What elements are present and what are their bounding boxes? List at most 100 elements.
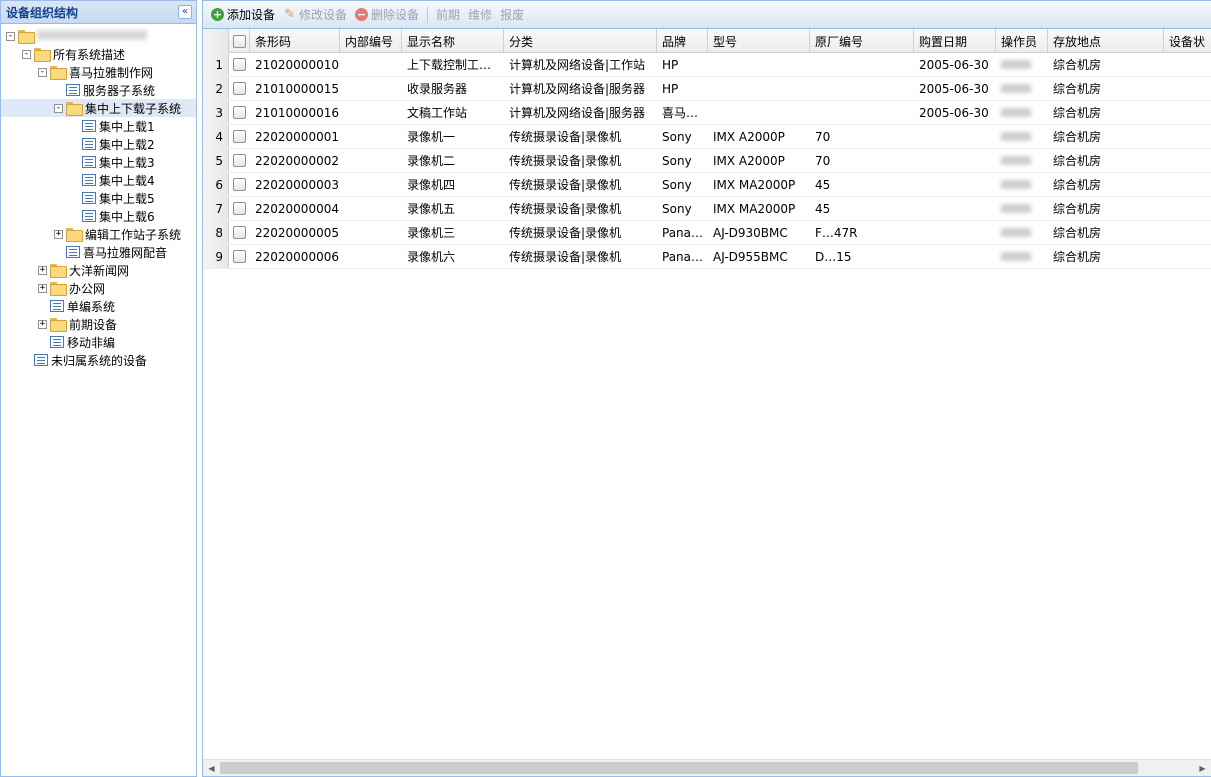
cell-text: IMX A2000P	[713, 129, 785, 144]
delete-device-button[interactable]: − 删除设备	[352, 4, 422, 26]
tree-node[interactable]: 集中上载2	[1, 135, 196, 153]
collapse-node-icon[interactable]: -	[6, 31, 15, 41]
column-header-location[interactable]: 存放地点	[1048, 29, 1164, 53]
cell-brand: Sony	[657, 125, 708, 148]
redacted-text	[1001, 228, 1031, 237]
tree-node-label: 办公网	[69, 281, 106, 296]
row-checkbox[interactable]	[233, 178, 246, 191]
tree-node[interactable]: + 办公网	[1, 279, 196, 297]
repair-button[interactable]: 维修	[465, 4, 495, 26]
cell-status	[1164, 125, 1211, 148]
table-row[interactable]: 9 22020000006 录像机六 传统摄录设备|录像机 Pana… AJ-D955BM…	[203, 245, 1211, 269]
scroll-thumb[interactable]	[220, 762, 1138, 774]
table-row[interactable]: 3 21010000016 文稿工作站 计算机及网络设备|服务器 喜马… 2005-06-…	[203, 101, 1211, 125]
tree-node[interactable]: 单编系统	[1, 297, 196, 315]
column-header-status[interactable]: 设备状	[1164, 29, 1211, 53]
expand-node-icon[interactable]: +	[38, 283, 47, 293]
cell-model: IMX MA2000P	[708, 173, 810, 196]
column-header-barcode[interactable]: 条形码	[250, 29, 340, 53]
column-header-category[interactable]: 分类	[504, 29, 657, 53]
column-header-model[interactable]: 型号	[708, 29, 810, 53]
row-checkbox[interactable]	[233, 154, 246, 167]
tree-node[interactable]: 移动非编	[1, 333, 196, 351]
cell-text: 上下载控制工…	[407, 58, 492, 72]
tree-node[interactable]: 集中上载5	[1, 189, 196, 207]
tree-node[interactable]: 服务器子系统	[1, 81, 196, 99]
preliminary-button[interactable]: 前期	[433, 4, 463, 26]
tree-node[interactable]: -	[1, 27, 196, 45]
table-row[interactable]: 8 22020000005 录像机三 传统摄录设备|录像机 Pana… AJ-D930BM…	[203, 221, 1211, 245]
collapse-node-icon[interactable]: -	[22, 49, 31, 59]
table-row[interactable]: 6 22020000003 录像机四 传统摄录设备|录像机 Sony IMX MA2000…	[203, 173, 1211, 197]
tree-node[interactable]: - 集中上下载子系统	[1, 99, 196, 117]
tree-node[interactable]: 集中上载6	[1, 207, 196, 225]
tree-node[interactable]: 集中上载1	[1, 117, 196, 135]
cell-status	[1164, 173, 1211, 196]
cell-category: 计算机及网络设备|工作站	[504, 53, 657, 76]
tree-node[interactable]: 喜马拉雅网配音	[1, 243, 196, 261]
cell-text: 计算机及网络设备|服务器	[509, 106, 646, 120]
row-checkbox[interactable]	[233, 226, 246, 239]
tree-node[interactable]: - 所有系统描述	[1, 45, 196, 63]
device-list-icon	[50, 300, 64, 312]
scroll-right-arrow-icon[interactable]: ▶	[1194, 760, 1211, 776]
cell-location: 综合机房	[1048, 149, 1164, 172]
column-header-factory-no[interactable]: 原厂编号	[810, 29, 914, 53]
cell-barcode: 22020000003	[250, 173, 340, 196]
tree-node[interactable]: - 喜马拉雅制作网	[1, 63, 196, 81]
cell-barcode: 22020000006	[250, 245, 340, 268]
tree-node[interactable]: + 大洋新闻网	[1, 261, 196, 279]
add-device-button[interactable]: + 添加设备	[208, 4, 278, 26]
tree-node[interactable]: 集中上载4	[1, 171, 196, 189]
table-row[interactable]: 7 22020000004 录像机五 传统摄录设备|录像机 Sony IMX MA2000…	[203, 197, 1211, 221]
row-checkbox[interactable]	[233, 130, 246, 143]
panel-title: 设备组织结构	[6, 5, 79, 20]
row-checkbox[interactable]	[233, 202, 246, 215]
tree-node[interactable]: 未归属系统的设备	[1, 351, 196, 369]
column-header-brand[interactable]: 品牌	[657, 29, 708, 53]
tree-node[interactable]: 集中上载3	[1, 153, 196, 171]
row-select-cell	[229, 53, 250, 76]
cell-model: IMX A2000P	[708, 149, 810, 172]
row-checkbox[interactable]	[233, 58, 246, 71]
cell-purchase-date: 2005-06-30	[914, 77, 996, 100]
horizontal-scrollbar[interactable]: ◀ ▶	[203, 759, 1211, 776]
cell-text: 综合机房	[1053, 178, 1102, 192]
row-checkbox[interactable]	[233, 106, 246, 119]
scroll-left-arrow-icon[interactable]: ◀	[203, 760, 220, 776]
tree-node-label: 单编系统	[67, 299, 116, 314]
pencil-icon: ✎	[284, 7, 295, 22]
cell-brand: Sony	[657, 197, 708, 220]
cell-internal-no	[340, 125, 402, 148]
device-list-icon	[82, 120, 96, 132]
collapse-node-icon[interactable]: -	[38, 67, 47, 77]
table-row[interactable]: 2 21010000015 收录服务器 计算机及网络设备|服务器 HP 2005-06-3…	[203, 77, 1211, 101]
cell-location: 综合机房	[1048, 101, 1164, 124]
select-all-checkbox[interactable]	[232, 34, 246, 48]
row-checkbox[interactable]	[233, 250, 246, 263]
expand-node-icon[interactable]: +	[38, 319, 47, 329]
column-header-operator[interactable]: 操作员	[996, 29, 1048, 53]
device-list-icon	[66, 246, 80, 258]
column-header-internal-no[interactable]: 内部编号	[340, 29, 402, 53]
cell-brand: Sony	[657, 149, 708, 172]
table-row[interactable]: 4 22020000001 录像机一 传统摄录设备|录像机 Sony IMX A2000P…	[203, 125, 1211, 149]
edit-device-button[interactable]: ✎ 修改设备	[280, 4, 350, 26]
column-header-purchase-date[interactable]: 购置日期	[914, 29, 996, 53]
cell-text: 传统摄录设备|录像机	[509, 154, 622, 168]
table-row[interactable]: 1 21020000010 上下载控制工… 计算机及网络设备|工作站 HP 2005-06…	[203, 53, 1211, 77]
tree-node[interactable]: + 前期设备	[1, 315, 196, 333]
cell-barcode: 21020000010	[250, 53, 340, 76]
cell-text: 2005-06-30	[919, 81, 989, 96]
table-row[interactable]: 5 22020000002 录像机二 传统摄录设备|录像机 Sony IMX A2000P…	[203, 149, 1211, 173]
collapse-node-icon[interactable]: -	[54, 103, 63, 113]
cell-display-name: 录像机一	[402, 125, 504, 148]
scrap-button[interactable]: 报废	[497, 4, 527, 26]
collapse-panel-button[interactable]: «	[178, 5, 192, 19]
tree-node[interactable]: + 编辑工作站子系统	[1, 225, 196, 243]
row-checkbox[interactable]	[233, 82, 246, 95]
expand-node-icon[interactable]: +	[38, 265, 47, 275]
cell-text: 综合机房	[1053, 82, 1102, 96]
column-header-display-name[interactable]: 显示名称	[402, 29, 504, 53]
expand-node-icon[interactable]: +	[54, 229, 63, 239]
